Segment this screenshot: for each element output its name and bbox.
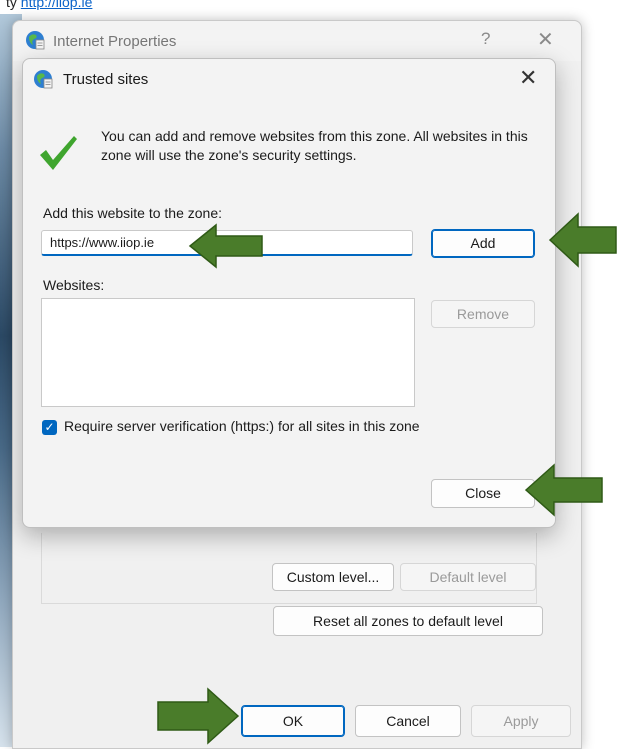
add-button[interactable]: Add: [431, 229, 535, 258]
custom-level-label: Custom level...: [286, 569, 380, 585]
arrow-left-icon: [548, 212, 617, 268]
top-link-prefix: ty: [6, 0, 17, 10]
arrow-right-icon: [157, 687, 240, 745]
arrow-left-icon: [188, 223, 263, 269]
cancel-button[interactable]: Cancel: [355, 705, 461, 737]
apply-button[interactable]: Apply: [471, 705, 571, 737]
internet-properties-title: Internet Properties: [53, 33, 177, 50]
remove-button-label: Remove: [456, 306, 510, 322]
close-button[interactable]: Close: [431, 479, 535, 508]
websites-label: Websites:: [43, 277, 105, 293]
ok-button[interactable]: OK: [241, 705, 345, 737]
trusted-sites-dialog: Trusted sites ✕ You can add and remove w…: [22, 58, 556, 528]
close-button-label: Close: [465, 485, 501, 501]
apply-label: Apply: [503, 713, 539, 729]
help-button[interactable]: ?: [481, 29, 490, 49]
ok-label: OK: [282, 713, 304, 729]
checkmark-icon: [40, 136, 77, 170]
remove-button[interactable]: Remove: [431, 300, 535, 328]
require-verification-label: Require server verification (https:) for…: [64, 418, 420, 434]
default-level-label: Default level: [429, 569, 507, 585]
trusted-sites-title: Trusted sites: [63, 71, 149, 88]
default-level-button[interactable]: Default level: [400, 563, 536, 591]
zone-info-text: You can add and remove websites from thi…: [101, 128, 528, 163]
trusted-sites-titlebar: Trusted sites ✕: [23, 59, 555, 99]
add-website-label: Add this website to the zone:: [43, 205, 222, 221]
reset-all-zones-label: Reset all zones to default level: [313, 613, 503, 629]
require-verification-checkbox[interactable]: ✓: [42, 420, 57, 435]
cancel-label: Cancel: [386, 713, 430, 729]
custom-level-button[interactable]: Custom level...: [272, 563, 394, 591]
outer-close-button[interactable]: ✕: [537, 27, 554, 52]
websites-list[interactable]: [41, 298, 415, 407]
top-link[interactable]: http://iiop.ie: [21, 0, 93, 10]
internet-properties-titlebar: Internet Properties ? ✕: [13, 21, 581, 61]
security-level-panel: Custom level... Default level: [41, 533, 537, 604]
arrow-left-icon: [524, 463, 603, 517]
add-button-label: Add: [470, 235, 496, 251]
trusted-sites-globe-icon: [34, 70, 53, 89]
internet-globe-icon: [26, 31, 45, 50]
top-link-area: ty http://iiop.ie: [0, 0, 619, 14]
top-link-text: ty http://iiop.ie: [6, 0, 92, 10]
reset-all-zones-button[interactable]: Reset all zones to default level: [273, 606, 543, 636]
dialog-close-icon[interactable]: ✕: [519, 65, 537, 91]
